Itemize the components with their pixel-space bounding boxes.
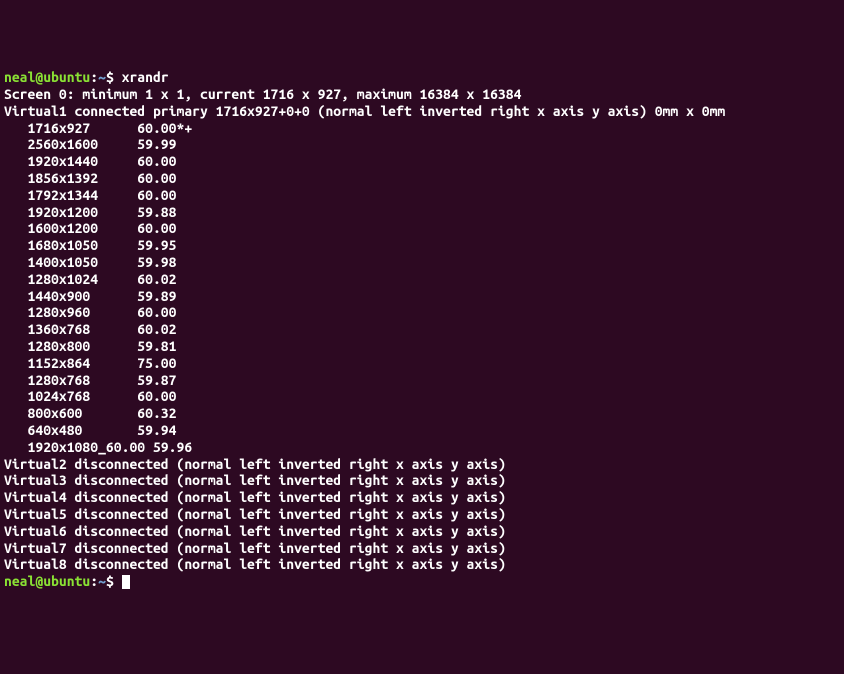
terminal-output[interactable]: neal@ubuntu:~$ xrandrScreen 0: minimum 1… [4,69,840,590]
mode-line: 800x600 60.32 [4,405,840,422]
mode-line: 1856x1392 60.00 [4,170,840,187]
virtual1-connected: Virtual1 connected primary 1716x927+0+0 … [4,103,840,120]
mode-line: 1400x1050 59.98 [4,254,840,271]
mode-line: 640x480 59.94 [4,422,840,439]
prompt-colon: : [90,573,98,589]
virtual-disconnected: Virtual8 disconnected (normal left inver… [4,556,840,573]
mode-line: 1600x1200 60.00 [4,220,840,237]
virtual-disconnected: Virtual4 disconnected (normal left inver… [4,489,840,506]
prompt-dollar: $ [106,69,122,85]
prompt-line-1: neal@ubuntu:~$ xrandr [4,69,840,86]
virtual-disconnected: Virtual7 disconnected (normal left inver… [4,540,840,557]
mode-line: 1920x1440 60.00 [4,153,840,170]
command-entered: xrandr [122,69,169,85]
virtual-disconnected: Virtual5 disconnected (normal left inver… [4,506,840,523]
prompt-dollar: $ [106,573,122,589]
mode-line: 1920x1200 59.88 [4,204,840,221]
mode-line: 1280x1024 60.02 [4,271,840,288]
prompt-line-2: neal@ubuntu:~$ [4,573,840,590]
mode-line: 1920x1080_60.00 59.96 [4,439,840,456]
prompt-path: ~ [98,69,106,85]
mode-line: 1716x927 60.00*+ [4,120,840,137]
virtual-disconnected: Virtual6 disconnected (normal left inver… [4,523,840,540]
screen-info: Screen 0: minimum 1 x 1, current 1716 x … [4,86,840,103]
cursor [122,575,130,589]
prompt-user-host: neal@ubuntu [4,573,90,589]
mode-line: 1280x960 60.00 [4,304,840,321]
virtual-disconnected: Virtual2 disconnected (normal left inver… [4,456,840,473]
mode-line: 1680x1050 59.95 [4,237,840,254]
mode-line: 1792x1344 60.00 [4,187,840,204]
mode-line: 1280x768 59.87 [4,372,840,389]
virtual-disconnected: Virtual3 disconnected (normal left inver… [4,472,840,489]
mode-line: 1440x900 59.89 [4,288,840,305]
mode-line: 1024x768 60.00 [4,388,840,405]
prompt-path: ~ [98,573,106,589]
prompt-user-host: neal@ubuntu [4,69,90,85]
mode-line: 1152x864 75.00 [4,355,840,372]
mode-line: 1360x768 60.02 [4,321,840,338]
mode-line: 2560x1600 59.99 [4,136,840,153]
prompt-colon: : [90,69,98,85]
mode-line: 1280x800 59.81 [4,338,840,355]
